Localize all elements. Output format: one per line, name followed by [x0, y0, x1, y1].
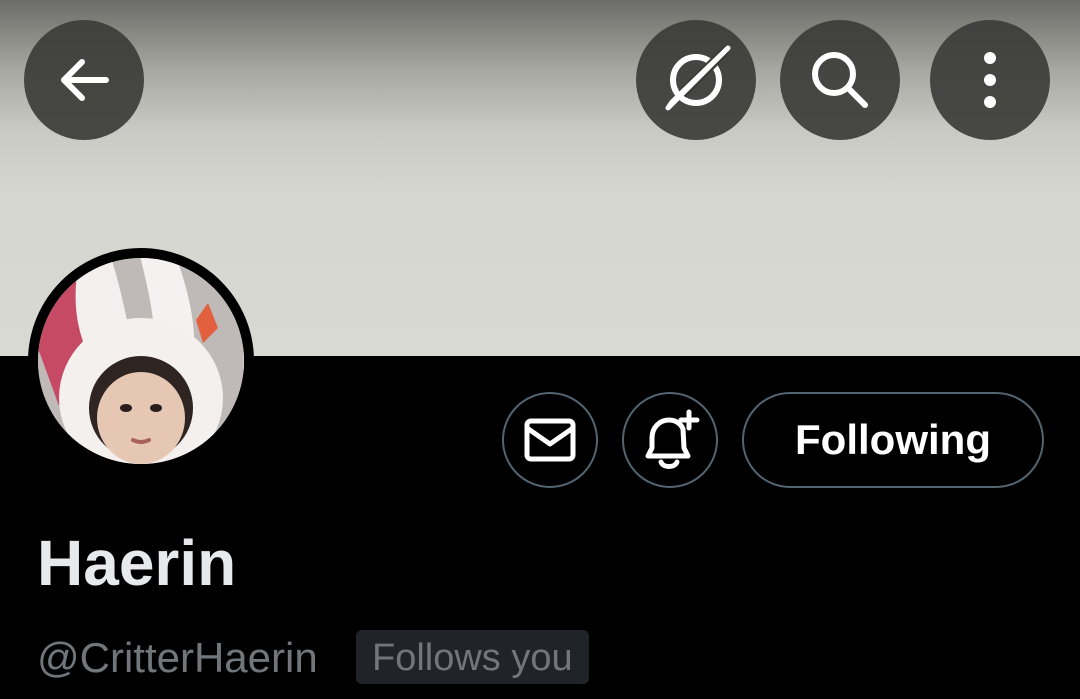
notifications-button[interactable] [622, 392, 718, 488]
arrow-left-icon [61, 59, 109, 101]
message-button[interactable] [502, 392, 598, 488]
mail-icon [524, 418, 576, 462]
back-button[interactable] [24, 20, 144, 140]
more-vertical-icon [984, 52, 996, 108]
profile-photo [38, 258, 244, 464]
grok-button[interactable] [636, 20, 756, 140]
avatar[interactable] [38, 258, 244, 464]
more-options-button[interactable] [930, 20, 1050, 140]
search-button[interactable] [780, 20, 900, 140]
search-icon [812, 52, 868, 108]
username-handle: @CritterHaerin [37, 634, 318, 681]
follows-you-badge: Follows you [356, 630, 589, 684]
grok-icon [665, 45, 731, 111]
bell-plus-icon [645, 409, 700, 469]
following-button[interactable]: Following [742, 392, 1044, 488]
display-name: Haerin [37, 527, 237, 599]
following-label: Following [795, 416, 991, 463]
